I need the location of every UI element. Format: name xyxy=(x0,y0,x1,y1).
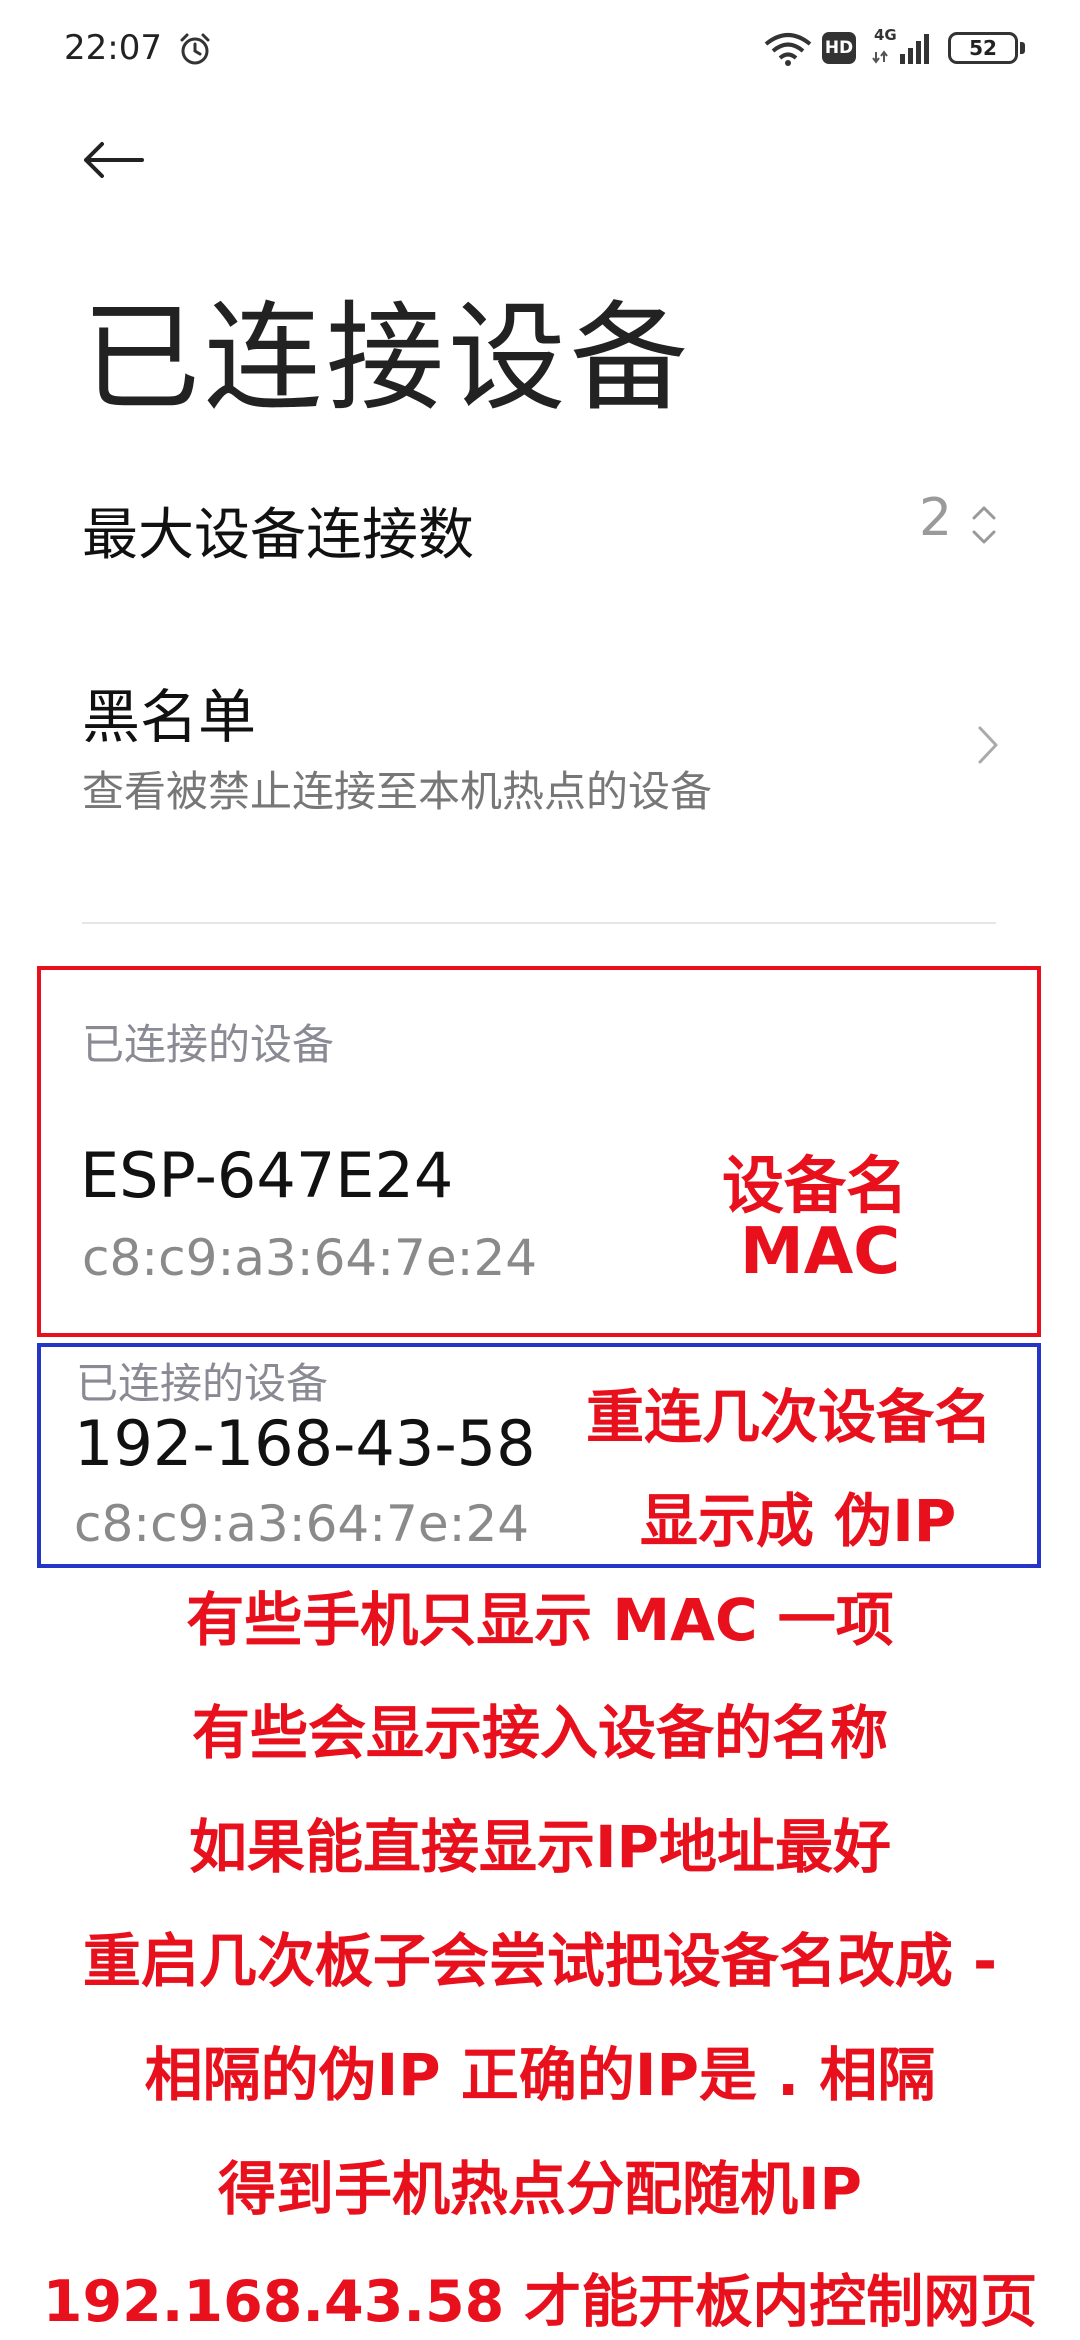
max-connections-label: 最大设备连接数 xyxy=(82,503,474,568)
status-time: 22:07 xyxy=(64,28,162,68)
max-connections-value: 2 xyxy=(919,488,953,548)
annotation-note: 重启几次板子会尝试把设备名改成 - xyxy=(82,1927,998,1995)
signal-icon xyxy=(872,34,929,64)
connected-devices-header: 已连接的设备 xyxy=(82,1020,335,1069)
alarm-icon xyxy=(180,33,210,65)
blacklist-row[interactable]: 黑名单 查看被禁止连接至本机热点的设备 xyxy=(82,670,1002,830)
annotation-note: 如果能直接显示IP地址最好 xyxy=(188,1813,892,1881)
battery-cap xyxy=(1020,42,1025,54)
annotation-note: 192.168.43.58 才能开板内控制网页 xyxy=(42,2269,1038,2335)
connected-devices-header: 已连接的设备 xyxy=(76,1359,329,1408)
annotation-mac: MAC xyxy=(740,1215,901,1289)
device-mac: c8:c9:a3:64:7e:24 xyxy=(82,1229,538,1287)
annotation-reconnect: 重连几次设备名 xyxy=(586,1383,993,1451)
device-mac: c8:c9:a3:64:7e:24 xyxy=(74,1495,530,1553)
annotation-note: 有些会显示接入设备的名称 xyxy=(191,1699,888,1767)
wifi-icon xyxy=(764,33,812,66)
chevron-right-icon xyxy=(978,726,998,764)
stepper-icon[interactable] xyxy=(969,500,999,550)
divider xyxy=(82,922,996,924)
hd-badge: HD xyxy=(822,32,856,64)
blacklist-description: 查看被禁止连接至本机热点的设备 xyxy=(82,767,713,816)
battery-indicator: 52 xyxy=(948,32,1018,64)
battery-level: 52 xyxy=(969,36,997,60)
blacklist-label: 黑名单 xyxy=(82,683,257,751)
annotation-fake-ip: 显示成 伪IP xyxy=(640,1487,957,1555)
status-bar: 22:07 HD 4G 52 xyxy=(0,0,1080,100)
device-name[interactable]: ESP-647E24 xyxy=(80,1139,453,1212)
annotation-note: 有些手机只显示 MAC 一项 xyxy=(186,1586,894,1654)
annotation-note: 得到手机热点分配随机IP xyxy=(217,2155,863,2223)
device-name[interactable]: 192-168-43-58 xyxy=(74,1407,536,1480)
back-arrow-icon xyxy=(84,142,144,178)
annotation-note: 相隔的伪IP 正确的IP是 . 相隔 xyxy=(144,2041,936,2109)
page-title: 已连接设备 xyxy=(82,289,693,427)
max-connections-row[interactable]: 最大设备连接数 2 xyxy=(82,488,1002,580)
annotation-device-name: 设备名 xyxy=(722,1149,909,1222)
back-button[interactable] xyxy=(80,130,150,190)
